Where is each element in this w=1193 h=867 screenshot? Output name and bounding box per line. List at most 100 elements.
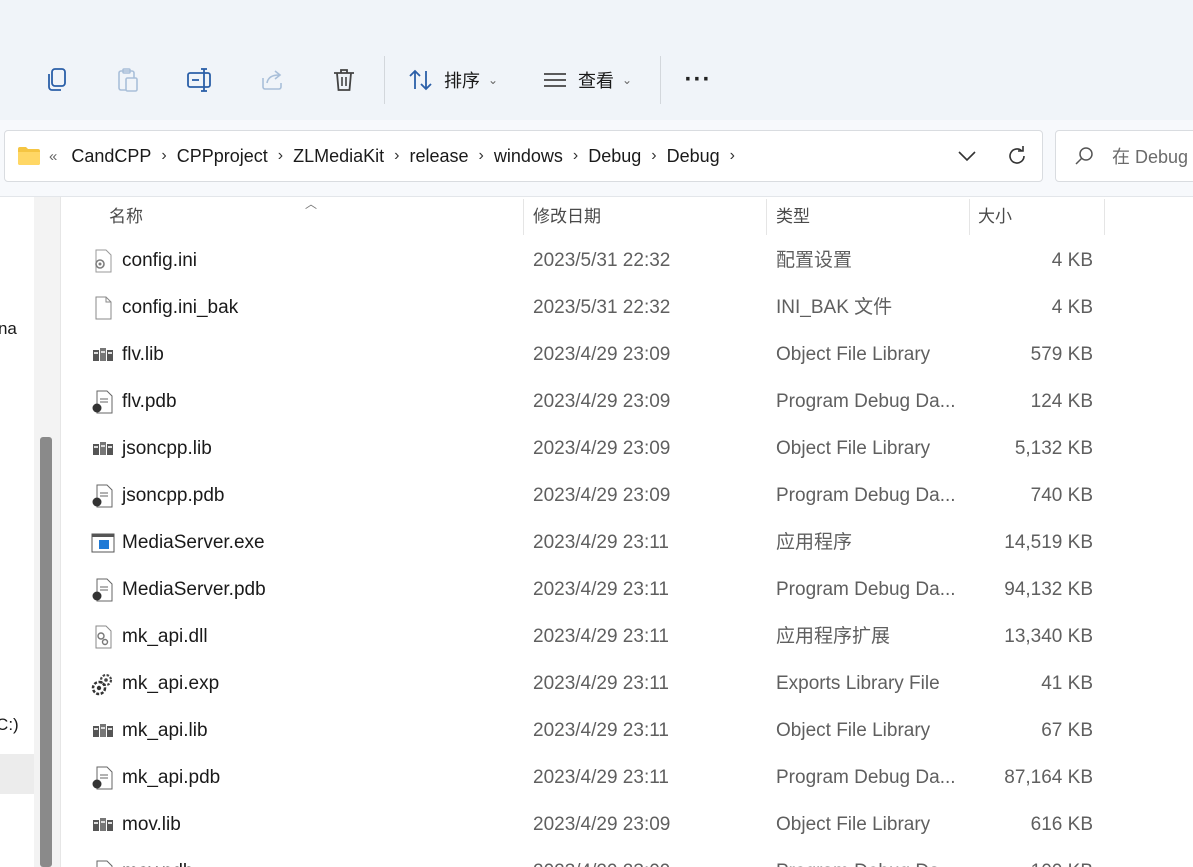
share-button[interactable] [250,58,294,102]
paste-icon [118,68,138,92]
file-size: 100 KB [961,848,1093,867]
file-type: 应用程序 [776,532,853,553]
column-header-type[interactable]: 类型 [776,197,810,237]
column-divider[interactable] [523,199,524,235]
pdb-file-icon [96,860,113,867]
refresh-button[interactable] [992,131,1042,181]
file-row[interactable]: mk_api.pdb 2023/4/29 23:11 Program Debug… [61,754,1193,801]
trash-icon [334,69,354,91]
file-row[interactable]: config.ini_bak 2023/5/31 22:32 INI_BAK 文… [61,284,1193,331]
file-type: Program Debug Da... [776,848,966,867]
file-list: 名称 ︿ 修改日期 类型 大小 config.ini 2023/5/31 22:… [61,197,1193,867]
file-name: flv.lib [122,344,164,365]
column-header-size[interactable]: 大小 [978,197,1012,237]
refresh-icon [1009,146,1025,164]
chevron-right-icon[interactable]: › [475,147,488,165]
breadcrumb-item[interactable]: release [403,146,474,167]
breadcrumb-item[interactable]: Debug [661,146,726,167]
file-row[interactable]: MediaServer.pdb 2023/4/29 23:11 Program … [61,566,1193,613]
file-type: Object File Library [776,438,931,459]
nav-scrollbar-thumb[interactable] [40,437,52,867]
address-bar-actions [942,131,1042,181]
search-placeholder: 在 Debug [1112,147,1189,167]
chevron-right-icon[interactable]: › [157,147,170,165]
file-date: 2023/4/29 23:11 [533,720,669,741]
file-row[interactable]: flv.pdb 2023/4/29 23:09 Program Debug Da… [61,378,1193,425]
blank-file-icon [95,296,112,320]
column-header-date[interactable]: 修改日期 [533,197,601,237]
file-row[interactable]: mov.lib 2023/4/29 23:09 Object File Libr… [61,801,1193,848]
address-bar[interactable]: « CandCPP › CPPproject › ZLMediaKit › re… [4,130,1043,182]
file-date: 2023/4/29 23:11 [533,767,669,788]
file-date: 2023/4/29 23:09 [533,814,671,835]
breadcrumb-item[interactable]: CPPproject [171,146,274,167]
chevron-right-icon[interactable]: › [647,147,660,165]
file-row[interactable]: config.ini 2023/5/31 22:32 配置设置 4 KB [61,237,1193,284]
breadcrumb-item[interactable]: CandCPP [65,146,157,167]
file-name: jsoncpp.lib [122,438,212,459]
file-size: 4 KB [1051,297,1093,318]
file-type: INI_BAK 文件 [776,297,893,318]
file-name: MediaServer.exe [122,532,265,553]
file-size: 87,164 KB [1004,767,1093,788]
chevron-down-icon [958,151,976,162]
nav-item-drive-c[interactable]: ) (C:) [0,715,19,735]
file-size: 124 KB [1030,391,1093,412]
file-date: 2023/4/29 23:11 [533,532,669,553]
chevron-right-icon[interactable]: › [726,147,739,165]
file-name: config.ini [122,250,197,271]
navigation-pane: sona ) (C:) [0,197,34,867]
breadcrumb-item[interactable]: Debug [582,146,647,167]
chevron-right-icon[interactable]: › [569,147,582,165]
pdb-file-icon [92,484,113,508]
breadcrumb-item[interactable]: ZLMediaKit [287,146,390,167]
file-type: Object File Library [776,720,931,741]
nav-selected-item[interactable] [0,754,34,794]
search-icon [1074,146,1094,166]
overflow-crumbs-icon[interactable]: « [41,148,65,165]
search-input[interactable]: 在 Debug [1055,130,1193,182]
toolbar-divider [384,56,385,104]
file-row[interactable]: flv.lib 2023/4/29 23:09 Object File Libr… [61,331,1193,378]
recent-locations-button[interactable] [942,131,992,181]
file-row[interactable]: jsoncpp.pdb 2023/4/29 23:09 Program Debu… [61,472,1193,519]
command-toolbar: 排序 ⌄ 查看 ⌄ ··· [0,0,1193,120]
share-icon [262,70,282,90]
file-date: 2023/4/29 23:09 [533,344,671,365]
delete-button[interactable] [322,58,366,102]
file-row[interactable]: mk_api.exp 2023/4/29 23:11 Exports Libra… [61,660,1193,707]
column-header-name[interactable]: 名称 [109,197,143,237]
column-divider[interactable] [969,199,970,235]
chevron-right-icon[interactable]: › [274,147,287,165]
paste-button[interactable] [106,58,150,102]
file-size: 5,132 KB [1014,438,1093,459]
copy-icon [48,68,66,91]
nav-item-personal[interactable]: sona [0,319,17,339]
file-type: Program Debug Da... [776,485,956,506]
rename-button[interactable] [178,58,222,102]
sort-menu-button[interactable]: 排序 ⌄ [408,58,498,102]
file-row[interactable]: mov.pdb 2023/4/29 23:09 Program Debug Da… [61,848,1193,867]
breadcrumb-item[interactable]: windows [488,146,569,167]
file-size: 13,340 KB [1004,626,1093,647]
file-name: mk_api.lib [122,720,208,741]
copy-button[interactable] [35,58,79,102]
column-divider[interactable] [766,199,767,235]
file-row[interactable]: mk_api.lib 2023/4/29 23:11 Object File L… [61,707,1193,754]
more-icon: ··· [684,66,712,93]
pdb-file-icon [92,766,113,790]
file-row[interactable]: mk_api.dll 2023/4/29 23:11 应用程序扩展 13,340… [61,613,1193,660]
file-name: config.ini_bak [122,297,239,318]
view-label: 查看 [578,71,614,91]
exp-file-icon [91,673,113,696]
file-row[interactable]: MediaServer.exe 2023/4/29 23:11 应用程序 14,… [61,519,1193,566]
rename-icon [187,68,211,92]
chevron-right-icon[interactable]: › [390,147,403,165]
pdb-file-icon [92,390,113,414]
view-menu-button[interactable]: 查看 ⌄ [542,58,632,102]
file-row[interactable]: jsoncpp.lib 2023/4/29 23:09 Object File … [61,425,1193,472]
more-options-button[interactable]: ··· [676,58,720,102]
column-divider[interactable] [1104,199,1105,235]
pdb-file-icon [92,578,113,602]
address-bar-row: « CandCPP › CPPproject › ZLMediaKit › re… [0,120,1193,197]
